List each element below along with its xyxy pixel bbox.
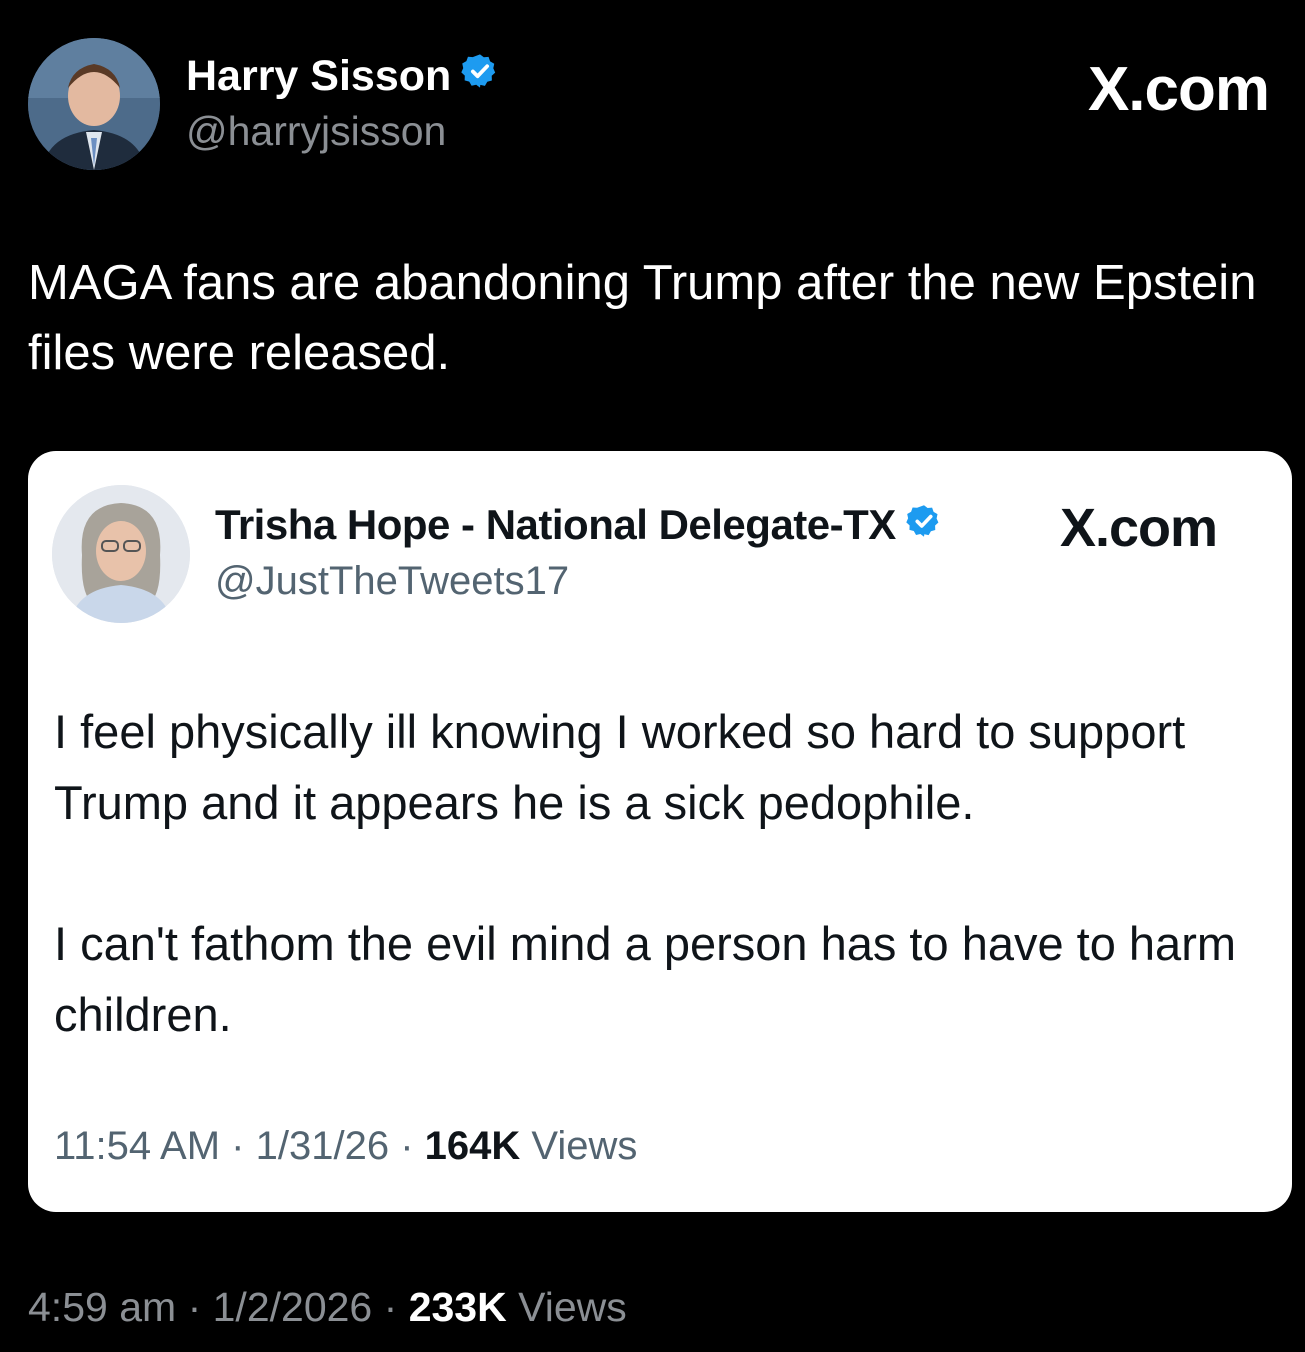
avatar-photo bbox=[52, 485, 190, 623]
quoted-author-avatar[interactable] bbox=[52, 485, 190, 623]
post-text: MAGA fans are abandoning Trump after the… bbox=[28, 256, 1257, 380]
author-handle[interactable]: @harryjsisson bbox=[186, 108, 446, 155]
verified-badge-icon bbox=[461, 52, 499, 101]
quoted-post-meta: 11:54 AM · 1/31/26 · 164K Views bbox=[54, 1124, 637, 1169]
author-name-row[interactable]: Harry Sisson bbox=[186, 52, 499, 101]
post-meta: 4:59 am · 1/2/2026 · 233K Views bbox=[28, 1284, 627, 1331]
post-date[interactable]: 1/2/2026 bbox=[213, 1284, 373, 1330]
verified-badge-icon bbox=[906, 501, 942, 549]
quoted-post-paragraph: I can't fathom the evil mind a person ha… bbox=[54, 917, 1236, 1041]
quoted-author-name-row[interactable]: Trisha Hope - National Delegate-TX bbox=[215, 501, 942, 549]
post-views-count[interactable]: 233K bbox=[409, 1284, 507, 1330]
x-watermark: X.com bbox=[1087, 55, 1270, 124]
x-watermark: X.com bbox=[1060, 498, 1218, 558]
meta-separator: · bbox=[231, 1124, 245, 1168]
post-views-label: Views bbox=[518, 1284, 627, 1330]
quoted-post-views-count[interactable]: 164K bbox=[425, 1124, 521, 1168]
avatar-photo bbox=[28, 38, 160, 170]
quoted-post-views-label: Views bbox=[531, 1124, 638, 1168]
author-name[interactable]: Harry Sisson bbox=[186, 52, 451, 101]
author-avatar[interactable] bbox=[28, 38, 160, 170]
meta-separator: · bbox=[383, 1284, 398, 1330]
meta-separator: · bbox=[187, 1284, 202, 1330]
quoted-author-handle[interactable]: @JustTheTweets17 bbox=[215, 559, 569, 604]
quoted-author-name[interactable]: Trisha Hope - National Delegate-TX bbox=[215, 501, 896, 549]
post-time[interactable]: 4:59 am bbox=[28, 1284, 176, 1330]
quoted-post-time[interactable]: 11:54 AM bbox=[54, 1124, 220, 1168]
quoted-post-card[interactable]: Trisha Hope - National Delegate-TX @Just… bbox=[28, 451, 1292, 1212]
quoted-post-paragraph: I feel physically ill knowing I worked s… bbox=[54, 705, 1186, 829]
quoted-post-date[interactable]: 1/31/26 bbox=[256, 1124, 389, 1168]
meta-separator: · bbox=[400, 1124, 414, 1168]
